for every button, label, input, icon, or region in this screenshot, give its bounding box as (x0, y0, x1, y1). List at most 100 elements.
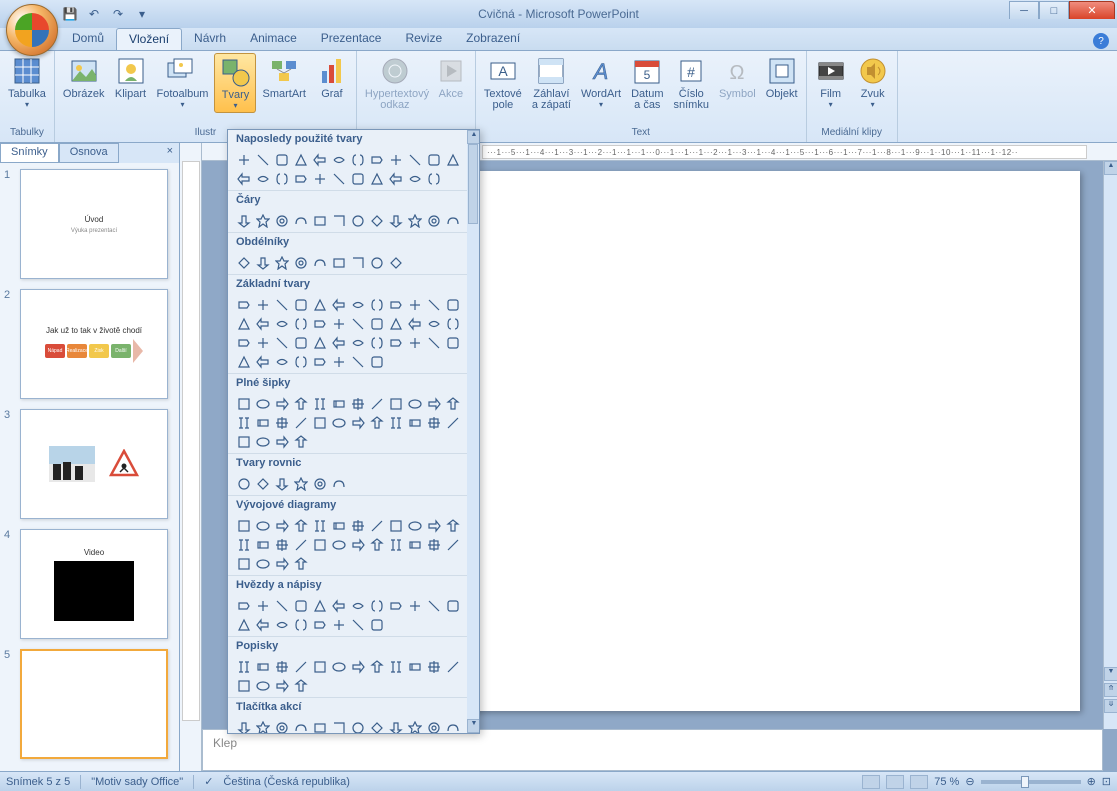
shape-item[interactable] (386, 295, 405, 314)
shape-item[interactable] (405, 211, 424, 230)
shape-item[interactable] (443, 150, 462, 169)
shape-item[interactable] (272, 516, 291, 535)
shape-item[interactable] (424, 535, 443, 554)
shape-item[interactable] (253, 657, 272, 676)
status-language[interactable]: Čeština (Česká republika) (223, 776, 350, 788)
shape-item[interactable] (310, 596, 329, 615)
shape-item[interactable] (253, 314, 272, 333)
sorter-view-button[interactable] (886, 775, 904, 789)
ribbon-btn-table[interactable]: Tabulka▾ (4, 53, 50, 111)
shape-item[interactable] (310, 413, 329, 432)
shape-item[interactable] (443, 413, 462, 432)
tab-insert[interactable]: Vložení (116, 28, 182, 50)
tab-outline[interactable]: Osnova (59, 143, 119, 163)
shape-item[interactable] (253, 474, 272, 493)
shape-item[interactable] (234, 394, 253, 413)
shape-item[interactable] (272, 150, 291, 169)
shape-item[interactable] (405, 413, 424, 432)
shape-item[interactable] (253, 333, 272, 352)
maximize-button[interactable]: □ (1039, 1, 1069, 19)
minimize-button[interactable]: ─ (1009, 1, 1039, 19)
shape-item[interactable] (367, 253, 386, 272)
shape-item[interactable] (291, 413, 310, 432)
shape-item[interactable] (272, 474, 291, 493)
shape-item[interactable] (291, 150, 310, 169)
ribbon-btn-textbox[interactable]: ATextovépole (480, 53, 526, 113)
shape-item[interactable] (253, 535, 272, 554)
shape-item[interactable] (253, 253, 272, 272)
ribbon-btn-link[interactable]: Hypertextovýodkaz (361, 53, 429, 113)
save-icon[interactable]: 💾 (60, 4, 80, 24)
shape-item[interactable] (253, 150, 272, 169)
shape-item[interactable] (272, 596, 291, 615)
shape-item[interactable] (367, 596, 386, 615)
shape-item[interactable] (272, 615, 291, 634)
shape-item[interactable] (253, 394, 272, 413)
shape-item[interactable] (329, 615, 348, 634)
ribbon-btn-wordart[interactable]: AWordArt▾ (577, 53, 625, 111)
shape-item[interactable] (234, 150, 253, 169)
shape-item[interactable] (367, 718, 386, 734)
shapes-scroll-up-icon[interactable]: ▲ (467, 130, 480, 144)
shape-item[interactable] (329, 474, 348, 493)
shape-item[interactable] (367, 413, 386, 432)
shape-item[interactable] (329, 718, 348, 734)
shape-item[interactable] (253, 596, 272, 615)
shape-item[interactable] (424, 333, 443, 352)
shape-item[interactable] (348, 718, 367, 734)
tab-home[interactable]: Domů (60, 28, 116, 50)
tab-view[interactable]: Zobrazení (454, 28, 532, 50)
qat-dropdown-icon[interactable]: ▾ (132, 4, 152, 24)
shape-item[interactable] (424, 657, 443, 676)
shape-item[interactable] (310, 253, 329, 272)
shape-item[interactable] (367, 169, 386, 188)
shape-item[interactable] (386, 150, 405, 169)
shape-item[interactable] (424, 394, 443, 413)
shape-item[interactable] (234, 413, 253, 432)
shape-item[interactable] (291, 314, 310, 333)
shape-item[interactable] (272, 554, 291, 573)
shape-item[interactable] (424, 211, 443, 230)
shape-item[interactable] (329, 314, 348, 333)
shape-item[interactable] (291, 615, 310, 634)
shape-item[interactable] (348, 657, 367, 676)
undo-icon[interactable]: ↶ (84, 4, 104, 24)
shape-item[interactable] (291, 554, 310, 573)
ribbon-btn-object[interactable]: Objekt (762, 53, 802, 102)
shape-item[interactable] (272, 169, 291, 188)
tab-slideshow[interactable]: Prezentace (309, 28, 394, 50)
ribbon-btn-chart[interactable]: Graf (312, 53, 352, 102)
tab-design[interactable]: Návrh (182, 28, 238, 50)
shape-item[interactable] (329, 657, 348, 676)
shape-item[interactable] (272, 314, 291, 333)
shape-item[interactable] (348, 253, 367, 272)
shape-item[interactable] (310, 615, 329, 634)
shape-item[interactable] (329, 535, 348, 554)
shape-item[interactable] (329, 169, 348, 188)
fit-window-icon[interactable]: ⊡ (1102, 775, 1111, 788)
normal-view-button[interactable] (862, 775, 880, 789)
shape-item[interactable] (424, 413, 443, 432)
ribbon-btn-number[interactable]: #Číslosnímku (670, 53, 713, 113)
shape-item[interactable] (386, 333, 405, 352)
next-slide-icon[interactable]: ⤋ (1104, 699, 1117, 713)
ribbon-btn-video[interactable]: Film▾ (811, 53, 851, 111)
shape-item[interactable] (234, 333, 253, 352)
shape-item[interactable] (367, 352, 386, 371)
shape-item[interactable] (310, 474, 329, 493)
shape-item[interactable] (329, 516, 348, 535)
shape-item[interactable] (234, 554, 253, 573)
slide-thumbnail[interactable]: Video (20, 529, 168, 639)
shape-item[interactable] (253, 554, 272, 573)
shape-item[interactable] (348, 295, 367, 314)
shape-item[interactable] (253, 432, 272, 451)
shape-item[interactable] (367, 333, 386, 352)
shape-item[interactable] (405, 657, 424, 676)
shape-item[interactable] (310, 718, 329, 734)
shape-item[interactable] (272, 352, 291, 371)
shape-item[interactable] (386, 394, 405, 413)
shape-item[interactable] (310, 516, 329, 535)
shape-item[interactable] (405, 535, 424, 554)
shape-item[interactable] (386, 253, 405, 272)
shape-item[interactable] (272, 295, 291, 314)
